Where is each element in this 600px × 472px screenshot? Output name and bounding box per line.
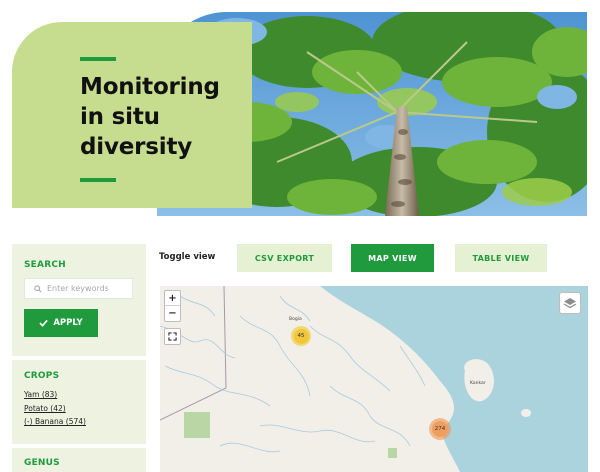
search-section: SEARCH APPLY <box>12 244 146 352</box>
map-forest-patch <box>184 412 210 438</box>
page-title-line: diversity <box>80 134 193 160</box>
crop-filter-yam[interactable]: Yam (83) <box>24 388 86 402</box>
fullscreen-button[interactable] <box>164 328 181 345</box>
hero-title-panel: Monitoring in situ diversity <box>12 22 252 208</box>
apply-button[interactable]: APPLY <box>24 309 98 337</box>
crops-section: CROPS Yam (83) Potato (42) (-) Banana (5… <box>12 356 146 442</box>
search-input[interactable] <box>47 284 127 293</box>
page-title-line: Monitoring <box>80 74 220 100</box>
check-icon <box>39 319 49 327</box>
search-heading: SEARCH <box>24 260 66 270</box>
search-box[interactable] <box>24 278 133 299</box>
map-cluster-marker[interactable]: 45 <box>291 326 311 346</box>
map-cluster-count: 45 <box>293 328 309 344</box>
crops-heading: CROPS <box>24 371 60 381</box>
layers-button[interactable] <box>559 292 581 314</box>
page-title-line: in situ <box>80 104 160 130</box>
map-land <box>160 286 460 472</box>
map-view-button[interactable]: MAP VIEW <box>351 244 434 272</box>
title-accent-bar-bottom <box>80 178 116 182</box>
map-cluster-marker[interactable]: 274 <box>429 418 451 440</box>
genus-heading: GENUS <box>24 458 60 468</box>
zoom-in-button[interactable]: + <box>165 291 180 306</box>
toggle-view-label: Toggle view <box>159 252 216 262</box>
zoom-out-button[interactable]: − <box>165 306 180 321</box>
crops-list: Yam (83) Potato (42) (-) Banana (574) <box>24 388 86 429</box>
csv-export-button[interactable]: CSV EXPORT <box>237 244 332 272</box>
crop-filter-banana[interactable]: (-) Banana (574) <box>24 415 86 429</box>
map-tiles[interactable] <box>160 286 588 472</box>
apply-button-label: APPLY <box>53 318 83 328</box>
map-view[interactable]: + − Bogia Kankar 45 274 <box>160 286 588 472</box>
layers-icon <box>563 297 577 308</box>
map-islet <box>521 409 531 417</box>
table-view-button[interactable]: TABLE VIEW <box>455 244 547 272</box>
zoom-control: + − <box>164 290 181 322</box>
title-accent-bar-top <box>80 57 116 61</box>
map-place-label: Kankar <box>470 381 486 386</box>
map-cluster-count: 274 <box>432 421 448 437</box>
crop-filter-potato[interactable]: Potato (42) <box>24 402 86 416</box>
map-forest-patch <box>388 448 397 458</box>
genus-section: GENUS <box>12 444 146 472</box>
search-icon <box>29 279 47 298</box>
page-title: Monitoring in situ diversity <box>80 72 250 162</box>
filter-sidebar: SEARCH APPLY CROPS Yam (83) Potato (42) … <box>12 244 146 472</box>
fullscreen-icon <box>168 332 177 341</box>
map-place-label: Bogia <box>289 317 302 322</box>
